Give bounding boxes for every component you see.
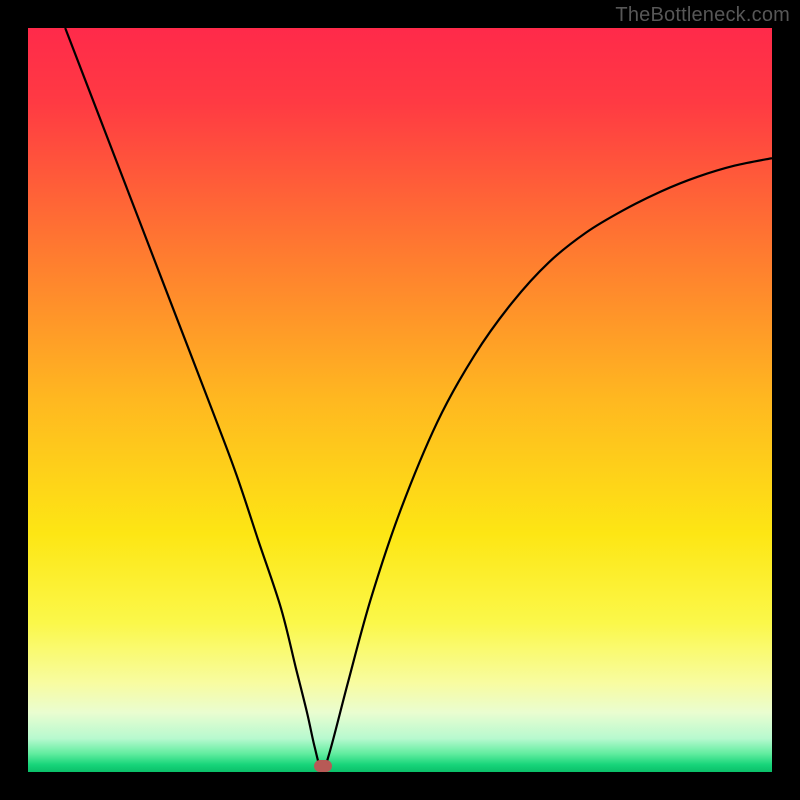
plot-area <box>28 28 772 772</box>
bottleneck-curve <box>28 28 772 772</box>
chart-frame: TheBottleneck.com <box>0 0 800 800</box>
watermark-text: TheBottleneck.com <box>615 4 790 27</box>
optimal-marker <box>314 760 332 772</box>
